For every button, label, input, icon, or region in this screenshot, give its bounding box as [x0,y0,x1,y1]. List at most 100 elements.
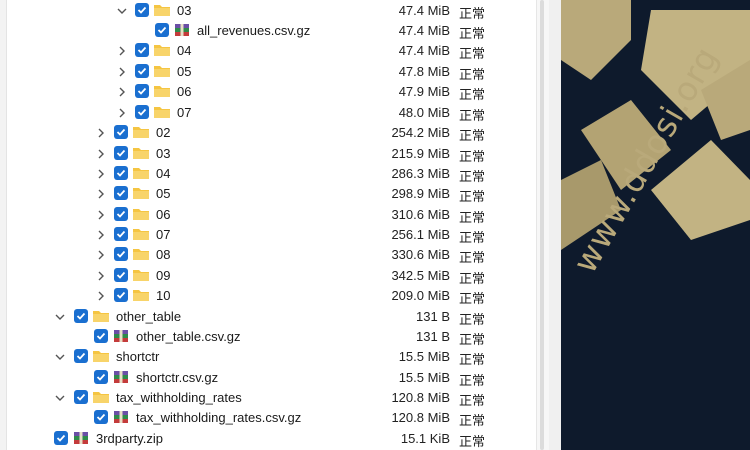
checkbox[interactable] [74,390,88,404]
chevron-down-icon[interactable] [54,349,66,365]
folder-icon [132,145,150,161]
checkbox[interactable] [114,207,128,221]
checkbox[interactable] [74,309,88,323]
checkbox[interactable] [94,370,108,384]
item-status: 正常 [459,87,486,102]
chevron-right-icon[interactable] [95,186,107,202]
checkbox[interactable] [94,329,108,343]
tree-row[interactable]: 04 47.4 MiB 正常 [0,41,535,61]
chevron-right-icon[interactable] [95,166,107,182]
tree-row[interactable]: shortctr.csv.gz 15.5 MiB 正常 [0,368,535,388]
item-size: 131 B [416,309,450,324]
tree-row[interactable]: 3rdparty.zip 15.1 KiB 正常 [0,429,535,449]
tree-row[interactable]: 02 254.2 MiB 正常 [0,123,535,143]
checkbox[interactable] [114,288,128,302]
item-size: 15.1 KiB [400,431,450,446]
tree-row[interactable]: other_table.csv.gz 131 B 正常 [0,327,535,347]
tree-row[interactable]: tax_withholding_rates.csv.gz 120.8 MiB 正… [0,408,535,428]
scrollbar-thumb[interactable] [540,0,544,450]
checkbox[interactable] [114,247,128,261]
item-size: 256.1 MiB [391,227,450,242]
checkbox[interactable] [135,105,149,119]
chevron-right-icon[interactable] [116,105,128,121]
item-status: 正常 [459,230,486,245]
item-name: 07 [156,227,171,242]
checkbox[interactable] [54,431,68,445]
checkbox[interactable] [74,349,88,363]
chevron-right-icon[interactable] [95,125,107,141]
chevron-right-icon[interactable] [95,207,107,223]
item-size: 131 B [416,329,450,344]
chevron-right-icon[interactable] [95,268,107,284]
tree-row[interactable]: 05 298.9 MiB 正常 [0,184,535,204]
item-status: 正常 [459,271,486,286]
tree-row[interactable]: 03 215.9 MiB 正常 [0,144,535,164]
chevron-right-icon[interactable] [116,64,128,80]
item-status: 正常 [459,169,486,184]
folder-icon [132,124,150,140]
chevron-right-icon[interactable] [95,288,107,304]
chevron-right-icon[interactable] [95,227,107,243]
item-status: 正常 [459,26,486,41]
checkbox[interactable] [135,64,149,78]
chevron-right-icon[interactable] [95,247,107,263]
tree-row[interactable]: 03 47.4 MiB 正常 [0,1,535,21]
item-status: 正常 [459,332,486,347]
item-size: 209.0 MiB [391,288,450,303]
checkbox[interactable] [135,3,149,17]
item-status: 正常 [459,393,486,408]
chevron-down-icon[interactable] [54,390,66,406]
checkbox[interactable] [114,268,128,282]
chevron-right-icon[interactable] [116,43,128,59]
item-status: 正常 [459,373,486,388]
folder-icon [132,287,150,303]
tree-row[interactable]: 05 47.8 MiB 正常 [0,62,535,82]
tree-row[interactable]: 10 209.0 MiB 正常 [0,286,535,306]
file-tree[interactable]: 03 47.4 MiB 正常 all_revenues.csv.gz 47.4 … [0,0,535,450]
checkbox[interactable] [135,84,149,98]
tree-row[interactable]: 09 342.5 MiB 正常 [0,266,535,286]
tree-row[interactable]: 07 48.0 MiB 正常 [0,103,535,123]
checkbox[interactable] [114,227,128,241]
item-name: tax_withholding_rates [116,390,242,405]
tree-row[interactable]: 08 330.6 MiB 正常 [0,245,535,265]
checkbox[interactable] [114,146,128,160]
folder-icon [132,226,150,242]
tree-row[interactable]: 07 256.1 MiB 正常 [0,225,535,245]
checkbox[interactable] [114,125,128,139]
chevron-right-icon[interactable] [95,146,107,162]
item-size: 47.9 MiB [398,84,450,99]
pane-divider [549,0,561,450]
folder-icon [153,63,171,79]
item-status: 正常 [459,210,486,225]
chevron-down-icon[interactable] [54,309,66,325]
tree-row[interactable]: 06 47.9 MiB 正常 [0,82,535,102]
tree-row[interactable]: 06 310.6 MiB 正常 [0,205,535,225]
archive-icon [112,328,130,344]
item-name: 3rdparty.zip [96,431,163,446]
checkbox[interactable] [155,23,169,37]
checkbox[interactable] [94,410,108,424]
item-size: 286.3 MiB [391,166,450,181]
folder-icon [132,206,150,222]
chevron-right-icon[interactable] [116,84,128,100]
archive-icon [112,369,130,385]
tree-row[interactable]: all_revenues.csv.gz 47.4 MiB 正常 [0,21,535,41]
tree-row[interactable]: shortctr 15.5 MiB 正常 [0,347,535,367]
item-status: 正常 [459,312,486,327]
item-size: 298.9 MiB [391,186,450,201]
checkbox[interactable] [135,43,149,57]
checkbox[interactable] [114,166,128,180]
item-name: 10 [156,288,171,303]
checkbox[interactable] [114,186,128,200]
tree-row[interactable]: other_table 131 B 正常 [0,307,535,327]
item-size: 342.5 MiB [391,268,450,283]
item-status: 正常 [459,46,486,61]
tree-row[interactable]: tax_withholding_rates 120.8 MiB 正常 [0,388,535,408]
item-name: 06 [177,84,192,99]
tree-row[interactable]: 04 286.3 MiB 正常 [0,164,535,184]
chevron-down-icon[interactable] [116,3,128,19]
item-size: 330.6 MiB [391,247,450,262]
archive-icon [72,430,90,446]
item-name: 04 [177,43,192,58]
